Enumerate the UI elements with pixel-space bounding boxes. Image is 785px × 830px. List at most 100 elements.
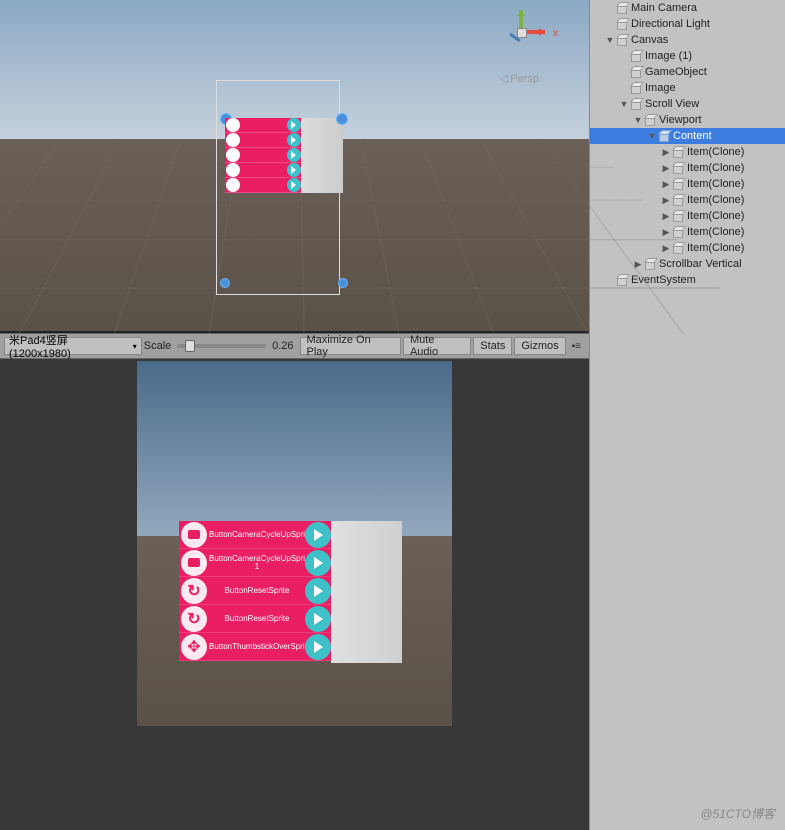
game-view[interactable]: ButtonCameraCycleUpSpriteButtonCameraCyc… [0,359,589,830]
expand-arrow-icon[interactable] [660,195,672,206]
resize-handle-icon[interactable] [338,278,348,288]
hierarchy-item-image-1-[interactable]: Image (1) [590,48,785,64]
hierarchy-item-gameobject[interactable]: GameObject [590,64,785,80]
gameobject-icon [672,242,684,254]
gameobject-icon [616,18,628,30]
orientation-gizmo[interactable]: x [499,10,544,55]
hierarchy-item-directional-light[interactable]: Directional Light [590,16,785,32]
list-item[interactable]: ButtonCameraCycleUpSprite [179,521,331,549]
expand-arrow-icon[interactable] [646,131,658,141]
hierarchy-panel: Main Camera Directional Light CanvasImage … [589,0,785,830]
cam-icon [181,522,207,548]
game-scroll-content: ButtonCameraCycleUpSpriteButtonCameraCyc… [179,521,402,663]
hierarchy-item-image[interactable]: Image [590,80,785,96]
hierarchy-label: Viewport [659,114,702,126]
list-item[interactable]: ButtonResetSprite [179,605,331,633]
chevron-right-icon [287,178,301,192]
chevron-right-icon [287,133,301,147]
gameobject-icon [616,274,628,286]
chevron-right-icon[interactable] [305,634,331,660]
hierarchy-label: Directional Light [631,18,710,30]
list-item[interactable]: ButtonThumbstickOverSprite [179,633,331,661]
axis-x-label: x [553,28,558,39]
expand-arrow-icon[interactable] [660,211,672,222]
hierarchy-item-item-clone-[interactable]: Item(Clone) [590,144,785,160]
aspect-label: 米Pad4竖屏 (1200x1980) [9,332,131,360]
hierarchy-label: Item(Clone) [687,178,744,190]
gameobject-icon [630,66,642,78]
chevron-right-icon[interactable] [305,522,331,548]
hierarchy-item-viewport[interactable]: Viewport [590,112,785,128]
hierarchy-label: Item(Clone) [687,146,744,158]
item-icon [226,133,240,147]
hierarchy-label: Item(Clone) [687,242,744,254]
hierarchy-label: Image [645,82,676,94]
scale-label: Scale [144,340,172,352]
hierarchy-label: Item(Clone) [687,210,744,222]
hierarchy-item-canvas[interactable]: Canvas [590,32,785,48]
reset-icon [181,606,207,632]
axis-y-icon[interactable] [519,10,523,28]
gameobject-icon [644,258,656,270]
gameobject-icon [672,178,684,190]
watermark: @51CTO博客 [700,805,775,822]
gameobject-icon [630,98,642,110]
hierarchy-label: Content [673,130,712,142]
gameobject-icon [630,82,642,94]
item-icon [226,118,240,132]
list-item [225,178,301,193]
scroll-content-preview [225,118,343,193]
game-scrollbar-area [331,521,402,663]
hierarchy-item-content[interactable]: Content [590,128,785,144]
gameobject-icon [672,162,684,174]
scrollbar-area [301,118,343,193]
list-item[interactable]: ButtonCameraCycleUpSprite 1 [179,549,331,577]
chevron-right-icon[interactable] [305,606,331,632]
cam-icon [181,550,207,576]
resize-handle-icon[interactable] [220,278,230,288]
game-toolbar: 米Pad4竖屏 (1200x1980) Scale 0.26 Maximize … [0,333,589,359]
hierarchy-label: Item(Clone) [687,194,744,206]
gameobject-icon [672,226,684,238]
hierarchy-label: Item(Clone) [687,162,744,174]
list-item [225,133,301,148]
expand-arrow-icon[interactable] [604,35,616,45]
hierarchy-item-main-camera[interactable]: Main Camera [590,0,785,16]
maximize-button[interactable]: Maximize On Play [300,337,401,355]
gameobject-icon [672,210,684,222]
panel-menu-icon[interactable]: ▪≡ [568,341,585,352]
expand-arrow-icon[interactable] [660,163,672,174]
stats-button[interactable]: Stats [473,337,512,355]
axis-x-icon[interactable] [527,30,545,34]
persp-label[interactable]: Persp [500,72,539,85]
expand-arrow-icon[interactable] [660,179,672,190]
list-item [225,118,301,133]
expand-arrow-icon[interactable] [660,147,672,158]
gameobject-icon [616,2,628,14]
expand-arrow-icon[interactable] [618,99,630,109]
list-item[interactable]: ButtonResetSprite [179,577,331,605]
item-label: ButtonThumbstickOverSprite [209,643,305,651]
item-label: ButtonResetSprite [209,587,305,595]
chevron-right-icon [287,148,301,162]
item-label: ButtonResetSprite [209,615,305,623]
chevron-right-icon[interactable] [305,550,331,576]
item-icon [226,148,240,162]
hierarchy-label: Scroll View [645,98,699,110]
gizmo-cube-icon[interactable] [517,28,527,38]
scale-slider[interactable] [177,344,266,348]
chevron-right-icon[interactable] [305,578,331,604]
gameobject-icon [616,34,628,46]
expand-arrow-icon[interactable] [632,115,644,125]
selected-rect[interactable] [225,118,343,283]
slider-thumb-icon[interactable] [185,340,195,352]
mute-button[interactable]: Mute Audio [403,337,471,355]
hierarchy-item-scroll-view[interactable]: Scroll View [590,96,785,112]
item-icon [226,178,240,192]
hierarchy-label: Main Camera [631,2,697,14]
scene-view[interactable]: x Persp [0,0,589,333]
move-icon [181,634,207,660]
aspect-dropdown[interactable]: 米Pad4竖屏 (1200x1980) [4,337,142,355]
gameobject-icon [644,114,656,126]
gizmos-dropdown[interactable]: Gizmos [514,337,565,355]
